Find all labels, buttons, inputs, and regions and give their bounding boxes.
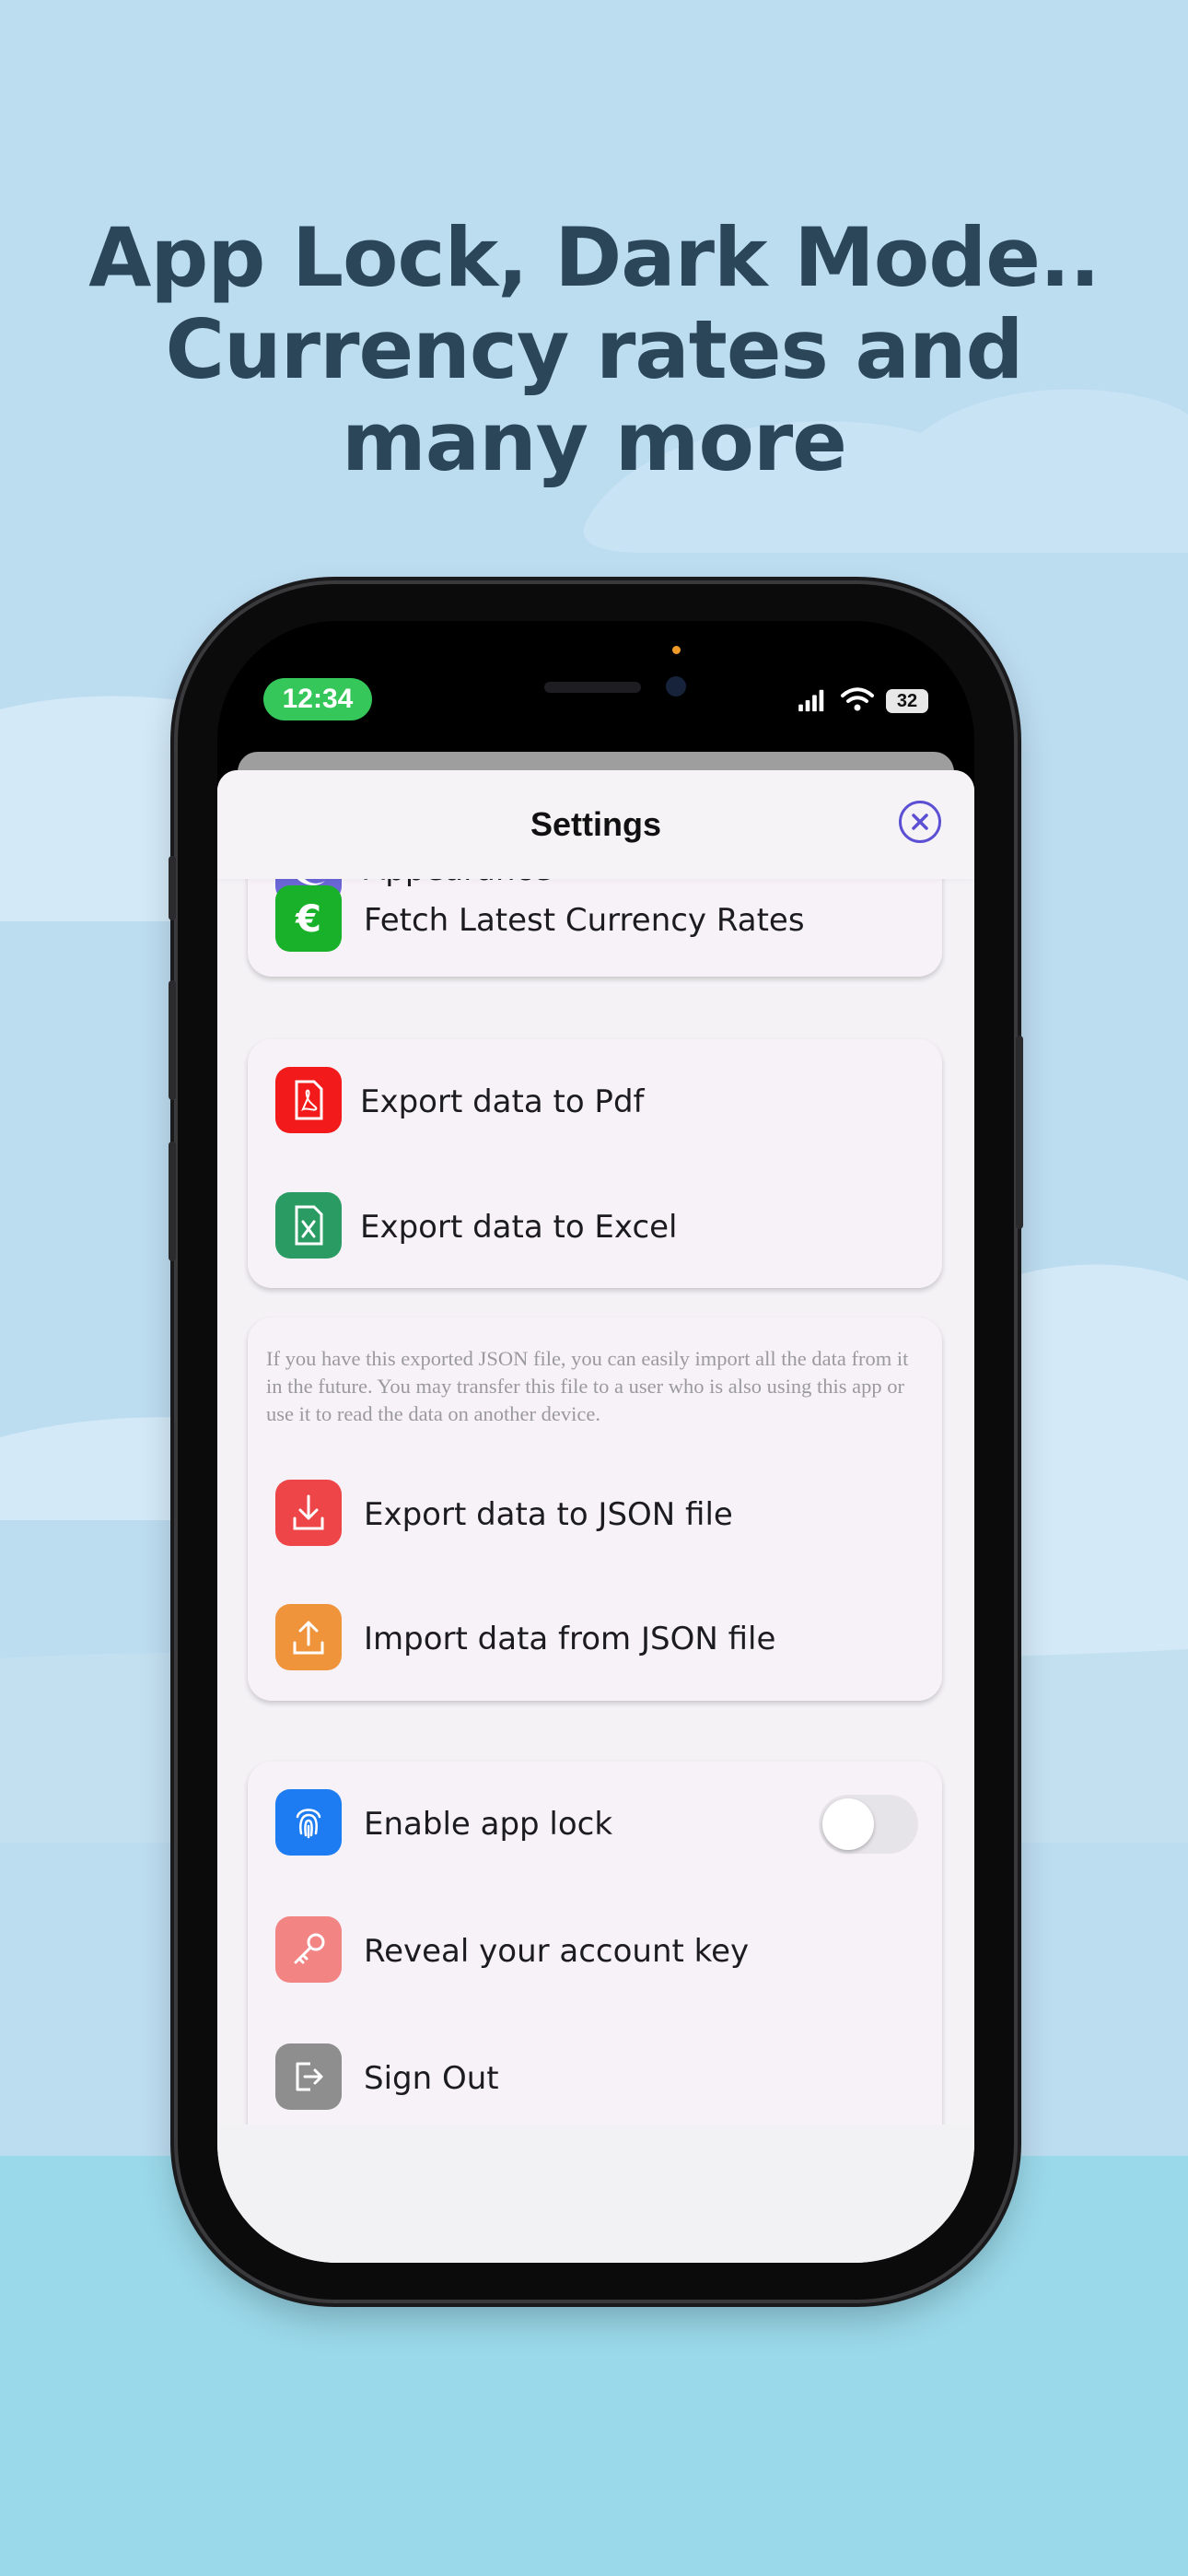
headline: App Lock, Dark Mode.. Currency rates and… — [0, 212, 1188, 488]
export-excel-row[interactable]: Export data to Excel — [275, 1192, 920, 1260]
reveal-account-key-row[interactable]: Reveal your account key — [275, 1916, 920, 1985]
svg-text:€: € — [295, 898, 321, 941]
export-card: Export data to Pdf Export data to Excel — [248, 1039, 942, 1288]
fetch-currency-rates-label: Fetch Latest Currency Rates — [364, 902, 805, 939]
sheet-bottom-safe-area — [217, 2125, 974, 2263]
phone-volume-up-button — [169, 980, 176, 1100]
battery-indicator: 32 — [886, 689, 928, 713]
headline-line-2: Currency rates and — [165, 302, 1023, 397]
sheet-title: Settings — [530, 805, 661, 843]
download-icon — [275, 1480, 342, 1546]
export-excel-label: Export data to Excel — [360, 1209, 678, 1246]
key-icon — [275, 1916, 342, 1983]
export-pdf-row[interactable]: Export data to Pdf — [275, 1067, 920, 1135]
sign-out-label: Sign Out — [364, 2060, 499, 2097]
sign-out-row[interactable]: Sign Out — [275, 2043, 920, 2112]
import-json-label: Import data from JSON file — [364, 1621, 776, 1657]
phone-screen: 12:34 32 Settings € Fetch Latest Currenc… — [217, 621, 974, 2263]
import-json-row[interactable]: Import data from JSON file — [275, 1604, 920, 1672]
settings-sheet: Settings Appearance € — [217, 770, 974, 2263]
phone-power-button — [1016, 1036, 1023, 1229]
upload-icon — [275, 1604, 342, 1670]
export-pdf-label: Export data to Pdf — [360, 1083, 645, 1120]
json-info-note: If you have this exported JSON file, you… — [266, 1347, 909, 1425]
toggle-knob — [822, 1798, 874, 1850]
privacy-indicator-dot — [672, 646, 681, 654]
fingerprint-icon — [275, 1789, 342, 1856]
app-lock-row: Enable app lock — [275, 1789, 920, 1857]
headline-line-3: many more — [342, 394, 847, 489]
json-backup-card: If you have this exported JSON file, you… — [248, 1317, 942, 1701]
sheet-header: Settings — [217, 770, 974, 879]
app-lock-label: Enable app lock — [364, 1806, 613, 1843]
excel-file-icon — [275, 1192, 342, 1259]
euro-icon: € — [275, 885, 342, 952]
close-icon — [912, 814, 928, 830]
export-json-label: Export data to JSON file — [364, 1496, 733, 1533]
front-camera — [666, 676, 686, 697]
phone-frame: 12:34 32 Settings € Fetch Latest Currenc… — [169, 584, 1023, 2300]
close-button[interactable] — [899, 801, 941, 843]
security-card: Enable app lock Reveal your account key — [248, 1762, 942, 2167]
wifi-icon — [841, 687, 874, 711]
export-json-row[interactable]: Export data to JSON file — [275, 1480, 920, 1548]
sign-out-icon — [275, 2043, 342, 2110]
status-time: 12:34 — [263, 678, 372, 720]
fetch-currency-rates-row[interactable]: € Fetch Latest Currency Rates — [275, 885, 920, 954]
pdf-file-icon — [275, 1067, 342, 1133]
reveal-account-key-label: Reveal your account key — [364, 1933, 750, 1970]
headline-line-1: App Lock, Dark Mode.. — [88, 210, 1101, 305]
phone-action-button — [169, 856, 176, 920]
cellular-signal-icon — [798, 689, 824, 712]
earpiece-speaker — [544, 682, 641, 693]
app-lock-toggle[interactable] — [819, 1795, 918, 1854]
phone-volume-down-button — [169, 1142, 176, 1261]
